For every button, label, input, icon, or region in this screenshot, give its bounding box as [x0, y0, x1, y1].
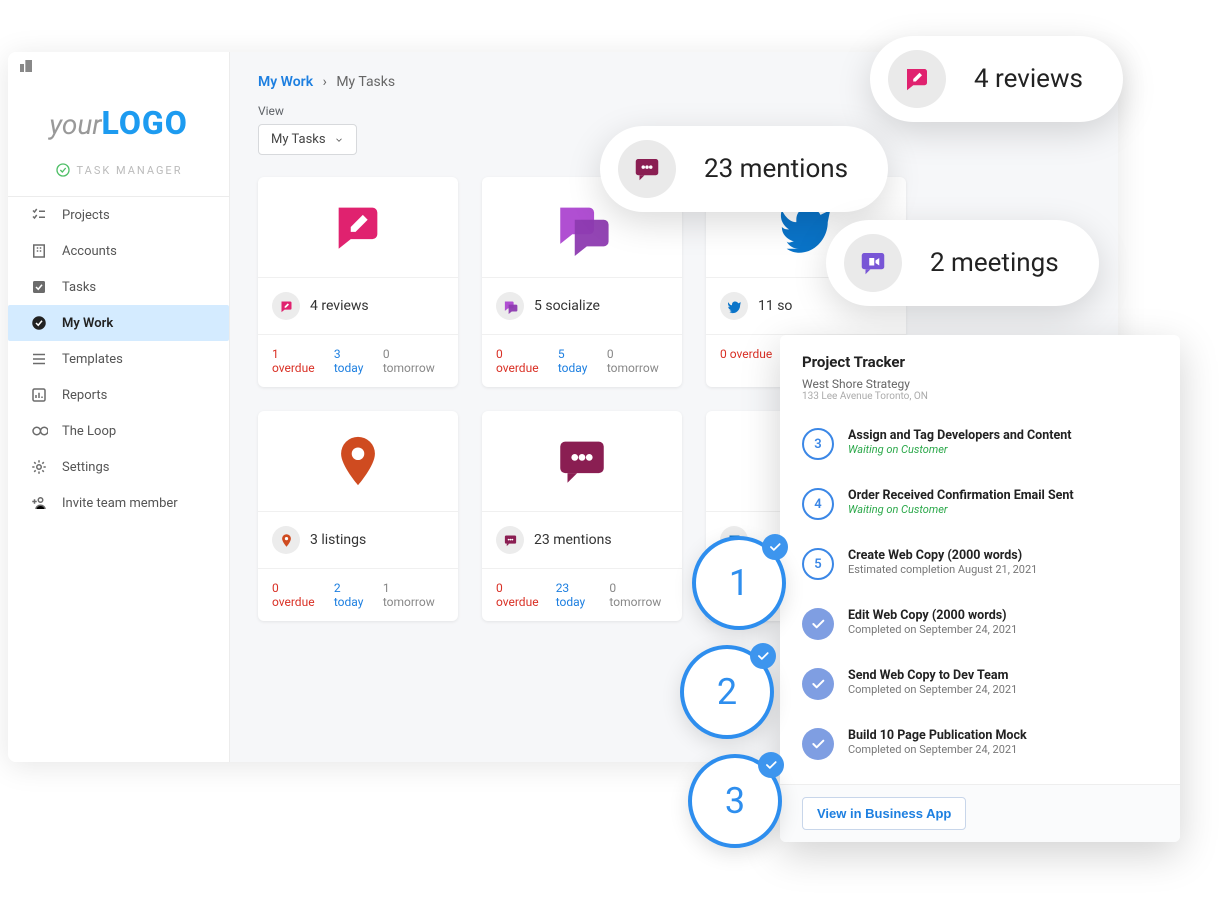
- pin-icon: [329, 432, 387, 490]
- view-select[interactable]: My Tasks: [258, 124, 357, 155]
- invite-icon: [30, 494, 48, 512]
- sidebar-item-templates[interactable]: Templates: [8, 341, 229, 377]
- bird-mini-icon: [720, 292, 748, 320]
- task-manager-label: Task Manager: [8, 152, 229, 196]
- sidebar-item-reports[interactable]: Reports: [8, 377, 229, 413]
- sidebar-item-accounts[interactable]: Accounts: [8, 233, 229, 269]
- view-business-app-button[interactable]: View in Business App: [802, 797, 966, 830]
- sidebar: yourLOGO Task Manager Projects Accounts …: [8, 52, 230, 762]
- chevron-down-icon: [334, 135, 344, 145]
- card-listings[interactable]: 3 listings 0 overdue2 today1 tomorrow: [258, 411, 458, 621]
- loop-icon: [30, 422, 48, 440]
- templates-icon: [30, 350, 48, 368]
- pill-meetings[interactable]: 2 meetings: [826, 220, 1099, 306]
- tracker-subtitle: West Shore Strategy: [802, 377, 1158, 391]
- check-icon: [802, 668, 834, 700]
- review-icon: [329, 198, 387, 256]
- pin-mini-icon: [272, 526, 300, 554]
- check-icon: [802, 608, 834, 640]
- chevron-right-icon: ›: [323, 74, 327, 90]
- sidebar-item-settings[interactable]: Settings: [8, 449, 229, 485]
- pill-mentions[interactable]: 23 mentions: [600, 126, 888, 212]
- review-icon: [888, 50, 946, 108]
- check-icon: [750, 643, 776, 669]
- breadcrumb-root[interactable]: My Work: [258, 74, 313, 90]
- breadcrumb-current: My Tasks: [336, 74, 395, 90]
- sidebar-item-projects[interactable]: Projects: [8, 197, 229, 233]
- tracker-step: 5Create Web Copy (2000 words)Estimated c…: [802, 534, 1158, 594]
- tracker-footer: View in Business App: [780, 784, 1180, 842]
- review-mini-icon: [272, 292, 300, 320]
- check-icon: [758, 752, 784, 778]
- logo-first: your: [49, 108, 101, 141]
- project-tracker-panel: Project Tracker West Shore Strategy 133 …: [780, 335, 1180, 842]
- meeting-icon: [844, 234, 902, 292]
- chart-icon: [30, 386, 48, 404]
- tracker-step: 3Assign and Tag Developers and ContentWa…: [802, 414, 1158, 474]
- card-reviews[interactable]: 4 reviews 1 overdue3 today0 tomorrow: [258, 177, 458, 387]
- tracker-step: Send Web Copy to Dev TeamCompleted on Se…: [802, 654, 1158, 714]
- gear-icon: [30, 458, 48, 476]
- sidebar-item-loop[interactable]: The Loop: [8, 413, 229, 449]
- big-step-1: 1: [692, 536, 786, 630]
- pill-reviews[interactable]: 4 reviews: [870, 36, 1123, 122]
- tracker-step: 4Order Received Confirmation Email SentW…: [802, 474, 1158, 534]
- sidebar-item-mywork[interactable]: My Work: [8, 305, 229, 341]
- check-filled-icon: [30, 314, 48, 332]
- tracker-step: Edit Web Copy (2000 words)Completed on S…: [802, 594, 1158, 654]
- card-mentions[interactable]: 23 mentions 0 overdue23 today0 tomorrow: [482, 411, 682, 621]
- mention-icon: [553, 432, 611, 490]
- tracker-step: Build 10 Page Publication MockCompleted …: [802, 714, 1158, 774]
- social-icon: [553, 198, 611, 256]
- tracker-steps: 3Assign and Tag Developers and ContentWa…: [802, 414, 1158, 774]
- tracker-title: Project Tracker: [802, 353, 1158, 371]
- big-step-2: 2: [680, 645, 774, 739]
- check-circle-icon: [55, 162, 71, 178]
- task-icon: [30, 278, 48, 296]
- check-icon: [802, 728, 834, 760]
- sidebar-item-invite[interactable]: Invite team member: [8, 485, 229, 521]
- mention-mini-icon: [496, 526, 524, 554]
- sidebar-item-tasks[interactable]: Tasks: [8, 269, 229, 305]
- building-icon: [18, 58, 34, 78]
- tracker-address: 133 Lee Avenue Toronto, ON: [802, 391, 1158, 402]
- logo-second: LOGO: [102, 104, 188, 142]
- logo: yourLOGO: [8, 86, 229, 152]
- big-step-3: 3: [688, 754, 782, 848]
- check-icon: [762, 534, 788, 560]
- mention-icon: [618, 140, 676, 198]
- building-icon: [30, 242, 48, 260]
- nav: Projects Accounts Tasks My Work Template…: [8, 196, 229, 521]
- social-mini-icon: [496, 292, 524, 320]
- checklist-icon: [30, 206, 48, 224]
